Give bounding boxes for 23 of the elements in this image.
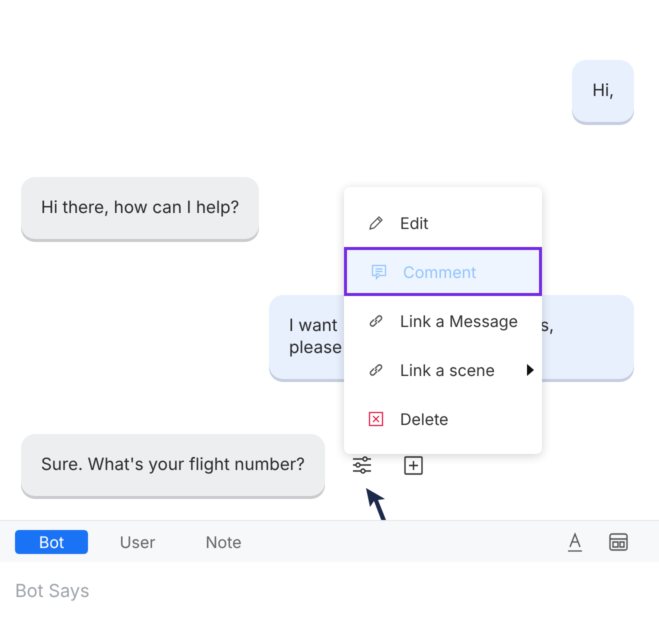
message-text: Sure. What's your flight number? bbox=[41, 454, 305, 476]
delete-icon bbox=[368, 410, 384, 426]
pencil-icon bbox=[368, 214, 384, 230]
layout-icon[interactable] bbox=[609, 532, 628, 550]
add-icon[interactable] bbox=[404, 456, 423, 474]
message-text: Hi there, how can I help? bbox=[41, 197, 240, 219]
comment-icon bbox=[371, 264, 387, 280]
message-text: I want bbox=[289, 315, 338, 337]
link-icon bbox=[368, 312, 384, 328]
message-text: Hi, bbox=[592, 80, 614, 102]
link-icon bbox=[368, 362, 384, 378]
menu-item[interactable]: Delete bbox=[344, 394, 542, 443]
message-text: please bbox=[289, 337, 342, 359]
composer-tab[interactable]: Bot bbox=[15, 530, 88, 554]
sliders-icon[interactable] bbox=[352, 455, 372, 475]
menu-item[interactable]: Edit bbox=[344, 198, 542, 247]
menu-item[interactable]: Link a Message bbox=[344, 296, 542, 345]
menu-item[interactable]: Link a scene bbox=[344, 345, 542, 394]
cursor-icon bbox=[366, 488, 386, 522]
composer-tab[interactable]: Note bbox=[187, 530, 260, 554]
text-format-icon[interactable] bbox=[567, 532, 583, 552]
message-input[interactable]: Bot Says bbox=[15, 578, 644, 605]
composer-tab[interactable]: User bbox=[101, 530, 174, 554]
